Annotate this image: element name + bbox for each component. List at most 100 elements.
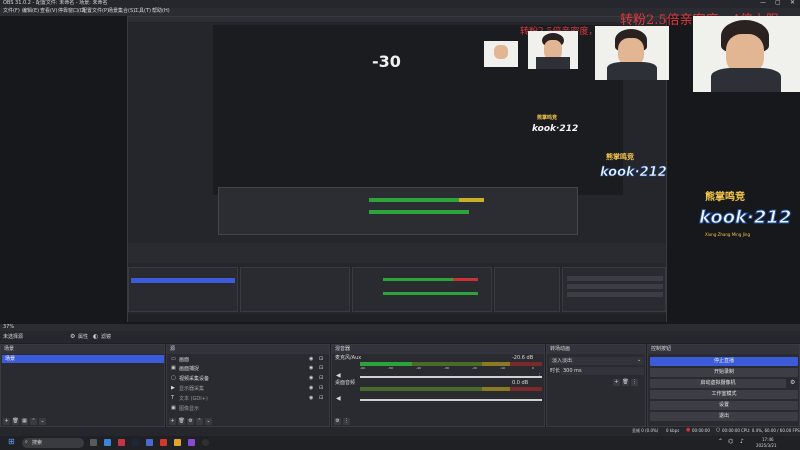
taskview-icon[interactable] bbox=[90, 439, 97, 446]
more-icon[interactable]: ⋮ bbox=[343, 418, 350, 425]
source-item[interactable]: T 文本 (GDI+) ◉ ⊡ bbox=[169, 395, 327, 403]
volume-slider[interactable] bbox=[360, 376, 542, 378]
eye-icon[interactable]: ◉ bbox=[309, 376, 313, 381]
speaker-icon[interactable]: ◀ bbox=[336, 396, 341, 402]
mixer-channel-name: 麦克风/Aux bbox=[335, 355, 362, 361]
preview-canvas[interactable]: 转粉2.5倍亲密度，4倍上限 转粉2.5倍亲密度，4倍上限 -30 熊掌鸣竞 k… bbox=[0, 14, 800, 330]
properties-button[interactable]: 属性 bbox=[78, 335, 88, 340]
tick-label: -50 bbox=[388, 366, 393, 370]
gear-icon[interactable]: ⚙ bbox=[790, 380, 795, 386]
search-placeholder: 搜索 bbox=[32, 440, 43, 446]
chevron-down-icon[interactable]: ⌄ bbox=[205, 418, 212, 425]
taskbar-search[interactable]: ⌕ 搜索 bbox=[22, 438, 84, 448]
source-item[interactable]: ▢ 视频采集设备 ◉ ⊡ bbox=[169, 375, 327, 383]
lock-icon[interactable]: ⊡ bbox=[319, 366, 323, 371]
filters-button[interactable]: 滤镜 bbox=[101, 335, 111, 340]
chevron-up-icon[interactable]: ⌃ bbox=[30, 418, 37, 425]
mixer-ticks: -60 -50 -40 -30 -20 -10 0 bbox=[360, 367, 542, 372]
network-icon[interactable]: ⌬ bbox=[728, 439, 733, 445]
app-icon[interactable] bbox=[160, 439, 167, 446]
scene-item[interactable]: 场景 bbox=[2, 355, 164, 363]
exit-button[interactable]: 退出 bbox=[650, 412, 798, 421]
nested-controls bbox=[562, 267, 666, 312]
source-item[interactable]: ▶ 显示器采集 ◉ ⊡ bbox=[169, 385, 327, 393]
menu-item-view[interactable]: 查看(V) bbox=[40, 9, 57, 14]
source-item-label: 图像显示 bbox=[179, 406, 200, 412]
menu-item-profile[interactable]: 配置文件(P) bbox=[82, 9, 109, 14]
gear-icon[interactable]: ⚙ bbox=[187, 418, 194, 425]
nested-panel-headers bbox=[128, 243, 666, 263]
app-icon[interactable] bbox=[188, 439, 195, 446]
app-icon[interactable] bbox=[118, 439, 125, 446]
eye-icon[interactable]: ◉ bbox=[309, 357, 313, 362]
close-icon[interactable]: ✕ bbox=[790, 0, 795, 6]
minimize-icon[interactable]: — bbox=[760, 0, 766, 6]
trash-icon[interactable]: 🗑 bbox=[622, 379, 629, 386]
trash-icon[interactable]: 🗑 bbox=[178, 418, 185, 425]
obs-icon[interactable] bbox=[202, 439, 209, 446]
menu-item-tools[interactable]: 工具(T) bbox=[134, 9, 151, 14]
menu-item-scene-collection[interactable]: 场景集合(S) bbox=[108, 9, 135, 14]
image-icon: ▣ bbox=[171, 405, 176, 411]
kook-logo-small: 熊掌鸣竞 kook·212 bbox=[532, 116, 582, 148]
source-item[interactable]: ▣ 画面捕捉 ◉ ⊡ bbox=[169, 365, 327, 373]
lock-icon[interactable]: ⊡ bbox=[319, 396, 323, 401]
add-icon[interactable]: + bbox=[169, 418, 176, 425]
start-recording-button[interactable]: 开始录制 bbox=[650, 368, 798, 377]
lock-icon[interactable]: ⊡ bbox=[319, 386, 323, 391]
filter-icon[interactable]: ◐ bbox=[93, 334, 98, 340]
menu-item-help[interactable]: 帮助(H) bbox=[152, 9, 170, 14]
add-icon[interactable]: + bbox=[3, 418, 10, 425]
live-icon: ● bbox=[686, 427, 691, 433]
webcam-person-body bbox=[711, 68, 781, 92]
nested-mix-meter-2 bbox=[383, 292, 478, 295]
studio-mode-button[interactable]: 工作室模式 bbox=[650, 390, 798, 399]
lock-icon[interactable]: ⊡ bbox=[319, 357, 323, 362]
speaker-icon[interactable]: ◀ bbox=[336, 373, 341, 379]
lock-icon[interactable]: ⊡ bbox=[319, 376, 323, 381]
scenes-toolbar: + 🗑 ▦ ⌃ ⌄ bbox=[3, 417, 48, 425]
edge-icon[interactable] bbox=[104, 439, 111, 446]
gear-icon[interactable]: ⋮ bbox=[537, 374, 542, 379]
transition-select[interactable]: 淡入淡出 ⌄ bbox=[549, 357, 644, 365]
duration-value: 300 ms bbox=[563, 368, 582, 374]
filter-icon[interactable]: ▦ bbox=[21, 418, 28, 425]
add-icon[interactable]: + bbox=[613, 379, 620, 386]
eye-icon[interactable]: ◉ bbox=[309, 366, 313, 371]
nested-ctrl-btn bbox=[567, 284, 663, 289]
menu-item-edit[interactable]: 编辑(E) bbox=[22, 9, 39, 14]
stop-streaming-button[interactable]: 停止直播 bbox=[650, 357, 798, 366]
volume-slider[interactable] bbox=[360, 399, 542, 401]
windows-start-icon[interactable]: ⊞ bbox=[8, 438, 15, 446]
source-item[interactable]: ▣ 图像显示 bbox=[169, 405, 327, 413]
duration-input[interactable]: 300 ms bbox=[561, 367, 644, 375]
app-icon[interactable] bbox=[174, 439, 181, 446]
eye-icon[interactable]: ◉ bbox=[309, 386, 313, 391]
chevron-up-icon[interactable]: ⌃ bbox=[196, 418, 203, 425]
clock-time[interactable]: 17:46 bbox=[762, 438, 774, 442]
trash-icon[interactable]: 🗑 bbox=[12, 418, 19, 425]
clock-date[interactable]: 2025/3/21 bbox=[756, 444, 777, 448]
camera-icon: ▢ bbox=[171, 375, 176, 381]
volume-icon[interactable]: ♪ bbox=[740, 439, 744, 445]
app-icon[interactable] bbox=[146, 439, 153, 446]
tick-label: -20 bbox=[472, 366, 477, 370]
gear-icon[interactable]: ⚙ bbox=[70, 334, 75, 340]
gear-icon[interactable]: ⚙ bbox=[334, 418, 341, 425]
chevron-down-icon[interactable]: ⌄ bbox=[39, 418, 46, 425]
more-icon[interactable]: ⋮ bbox=[631, 379, 638, 386]
source-item-label: 显示器采集 bbox=[179, 386, 205, 392]
start-virtual-camera-button[interactable]: 启动虚拟摄像机 bbox=[650, 379, 786, 388]
source-item[interactable]: ▭ 画面 ◉ ⊡ bbox=[169, 356, 327, 364]
mixer-channel-db: -20.6 dB bbox=[512, 355, 534, 361]
tick-label: 0 bbox=[532, 366, 534, 370]
maximize-icon[interactable]: ▢ bbox=[775, 0, 781, 6]
audio-meter-red bbox=[510, 362, 542, 366]
steam-icon[interactable] bbox=[132, 439, 139, 446]
settings-button[interactable]: 设置 bbox=[650, 401, 798, 410]
menu-item-file[interactable]: 文件(F) bbox=[3, 9, 20, 14]
audio-meter-yellow bbox=[482, 387, 510, 391]
eye-icon[interactable]: ◉ bbox=[309, 396, 313, 401]
chevron-up-icon[interactable]: ⌃ bbox=[718, 439, 723, 445]
nested-mixer bbox=[218, 187, 578, 235]
